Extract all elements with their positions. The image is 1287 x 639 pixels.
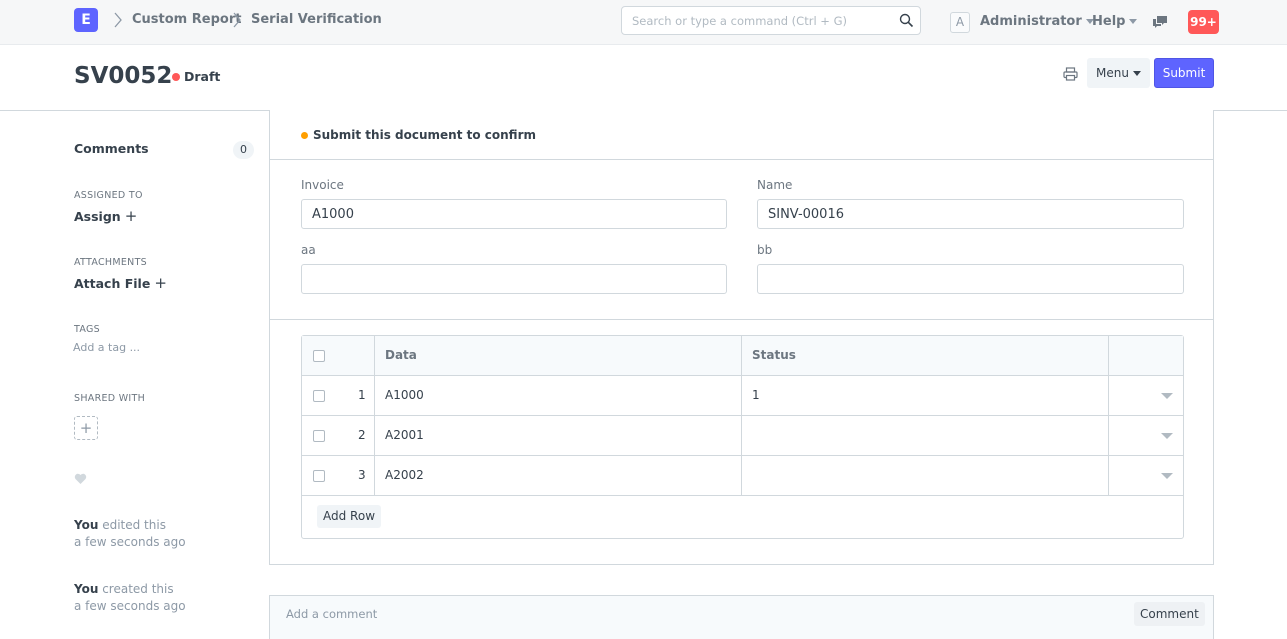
column-divider <box>374 336 375 496</box>
status-label: Draft <box>184 69 221 84</box>
tags-heading: TAGS <box>74 324 100 335</box>
timeline-user: You <box>74 582 99 596</box>
heart-icon[interactable] <box>74 473 87 485</box>
invoice-input[interactable]: A1000 <box>301 199 727 229</box>
breadcrumb-custom-report[interactable]: Custom Report <box>132 12 241 27</box>
plus-icon: + <box>124 207 138 225</box>
comment-box: Add a comment Comment <box>269 595 1214 639</box>
row-index: 3 <box>358 468 366 482</box>
invoice-label: Invoice <box>301 178 344 192</box>
aa-label: aa <box>301 243 316 257</box>
timeline-item: You edited this <box>74 518 166 532</box>
page-head: SV0052 Draft Menu Submit <box>0 45 1287 111</box>
shared-with-heading: SHARED WITH <box>74 393 146 404</box>
form-message: Submit this document to confirm <box>270 110 1213 160</box>
print-icon[interactable] <box>1063 67 1078 81</box>
app-logo[interactable]: E <box>74 8 98 32</box>
menu-label: Menu <box>1096 66 1129 80</box>
select-all-checkbox[interactable] <box>313 350 325 362</box>
column-header-status[interactable]: Status <box>752 348 796 362</box>
timeline-user: You <box>74 518 99 532</box>
user-avatar[interactable]: A <box>950 12 970 33</box>
add-share-button[interactable]: + <box>74 416 98 440</box>
menu-button[interactable]: Menu <box>1087 58 1150 88</box>
help-label: Help <box>1092 14 1126 29</box>
attachments-heading: ATTACHMENTS <box>74 257 148 268</box>
table-row[interactable]: 3 A2002 <box>302 456 1183 496</box>
comments-count-badge: 0 <box>233 141 254 159</box>
column-divider <box>741 336 742 496</box>
add-row-button[interactable]: Add Row <box>317 505 382 528</box>
breadcrumb-serial-verification[interactable]: Serial Verification <box>251 12 382 27</box>
navbar: E Custom Report Serial Verification A Ad… <box>0 0 1287 45</box>
submit-button[interactable]: Submit <box>1154 58 1214 88</box>
row-expand-icon[interactable] <box>1161 393 1173 399</box>
attach-file-link[interactable]: Attach File + <box>74 274 167 292</box>
bb-input[interactable] <box>757 264 1184 294</box>
timeline-action: created this <box>98 582 174 596</box>
timeline-time: a few seconds ago <box>74 599 186 613</box>
message-indicator-dot <box>301 132 308 139</box>
bb-label: bb <box>757 243 773 257</box>
name-input[interactable]: SINV-00016 <box>757 199 1184 229</box>
row-data-cell[interactable]: A1000 <box>385 388 424 402</box>
search-icon[interactable] <box>899 13 914 28</box>
column-divider <box>1108 336 1109 496</box>
search-input[interactable] <box>622 7 892 34</box>
row-expand-icon[interactable] <box>1161 433 1173 439</box>
search-bar <box>621 6 921 35</box>
row-index: 1 <box>358 388 366 402</box>
child-table: Data Status 1 A1000 1 2 A2001 3 A2002 Ad… <box>301 335 1184 539</box>
help-menu[interactable]: Help <box>1092 14 1138 29</box>
page-title: SV0052 <box>74 63 173 89</box>
user-name: Administrator <box>980 14 1082 29</box>
plus-icon: + <box>79 419 93 437</box>
table-row[interactable]: 2 A2001 <box>302 416 1183 456</box>
name-label: Name <box>757 178 793 192</box>
attach-file-label: Attach File <box>74 276 151 291</box>
draft-indicator-dot <box>172 73 180 81</box>
timeline-action: edited this <box>98 518 166 532</box>
chat-icon[interactable] <box>1152 15 1168 29</box>
form-layout: Submit this document to confirm Invoice … <box>269 110 1214 565</box>
assigned-to-heading: ASSIGNED TO <box>74 190 143 201</box>
aa-input[interactable] <box>301 264 727 294</box>
caret-down-icon <box>1132 71 1141 76</box>
add-tag-link[interactable]: Add a tag ... <box>73 341 140 354</box>
assign-label: Assign <box>74 209 121 224</box>
row-checkbox[interactable] <box>313 430 325 442</box>
table-row[interactable]: 1 A1000 1 <box>302 376 1183 416</box>
chevron-right-icon <box>114 12 122 28</box>
message-text: Submit this document to confirm <box>313 128 536 142</box>
row-checkbox[interactable] <box>313 470 325 482</box>
assign-link[interactable]: Assign + <box>74 207 137 225</box>
plus-icon: + <box>154 274 167 292</box>
chevron-right-icon <box>233 12 241 28</box>
row-data-cell[interactable]: A2002 <box>385 468 424 482</box>
comment-input[interactable]: Add a comment <box>286 607 377 621</box>
comment-button[interactable]: Comment <box>1134 602 1205 626</box>
notifications-badge[interactable]: 99+ <box>1188 10 1219 34</box>
row-checkbox[interactable] <box>313 390 325 402</box>
row-data-cell[interactable]: A2001 <box>385 428 424 442</box>
row-index: 2 <box>358 428 366 442</box>
timeline-time: a few seconds ago <box>74 535 186 549</box>
column-header-data[interactable]: Data <box>385 348 417 362</box>
table-header: Data Status <box>302 336 1183 376</box>
row-expand-icon[interactable] <box>1161 473 1173 479</box>
caret-down-icon <box>1129 19 1138 24</box>
form-section: Invoice A1000 Name SINV-00016 aa bb <box>270 160 1213 320</box>
row-status-cell[interactable]: 1 <box>752 388 760 402</box>
user-menu[interactable]: Administrator <box>980 14 1094 29</box>
timeline-item: You created this <box>74 582 174 596</box>
comments-link[interactable]: Comments <box>74 141 149 156</box>
